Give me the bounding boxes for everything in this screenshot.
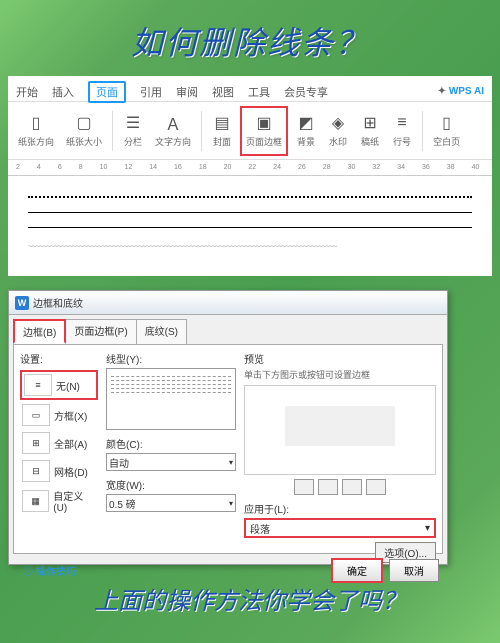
cover-icon: ▤ — [212, 113, 232, 133]
dialog-tab-shading[interactable]: 底纹(S) — [136, 319, 187, 344]
page-orientation-icon: ▯ — [26, 113, 46, 133]
setting-custom[interactable]: ▦自定义(U) — [20, 486, 98, 516]
dialog-titlebar: W 边框和底纹 — [9, 291, 447, 315]
width-label: 宽度(W): — [106, 477, 236, 492]
columns-icon: ☰ — [123, 113, 143, 133]
settings-column: 设置: ≡无(N) ▭方框(X) ⊞全部(A) ⊟网格(D) ▦自定义(U) — [20, 351, 98, 547]
tab-page[interactable]: 页面 — [88, 81, 126, 103]
solid-line — [28, 212, 472, 213]
tab-member[interactable]: 会员专享 — [284, 84, 328, 100]
border-top-button[interactable] — [294, 479, 314, 495]
word-icon: W — [15, 296, 29, 310]
border-right-button[interactable] — [366, 479, 386, 495]
help-icon: ⓘ — [23, 563, 33, 578]
paper-direction-button[interactable]: ▯纸张方向 — [14, 106, 58, 156]
setting-grid[interactable]: ⊟网格(D) — [20, 458, 98, 484]
page-title: 如何删除线条？ — [0, 0, 500, 76]
settings-label: 设置: — [20, 351, 98, 366]
tab-tools[interactable]: 工具 — [248, 84, 270, 100]
line-number-button[interactable]: ≡行号 — [388, 106, 416, 156]
background-button[interactable]: ◩背景 — [292, 106, 320, 156]
line-style-listbox[interactable] — [106, 368, 236, 430]
preview-hint: 单击下方图示或按钮可设置边框 — [244, 368, 436, 381]
watermark-icon: ◈ — [328, 113, 348, 133]
wps-ai-badge[interactable]: ✦ WPS AI — [438, 86, 484, 97]
text-direction-button[interactable]: Ａ文字方向 — [151, 106, 195, 156]
preview-label: 预览 — [244, 351, 436, 366]
preview-buttons-row — [244, 479, 436, 495]
document-area[interactable]: ~~~~~~~~~~~~~~~~~~~~~~~~~~~~~~~~~~~~~~~~… — [8, 176, 492, 275]
horizontal-ruler: 2468101214161820222426283032343638404244 — [8, 160, 492, 176]
style-column: 线型(Y): 颜色(C): 自动 宽度(W): 0.5 磅 — [106, 351, 236, 547]
manuscript-button[interactable]: ⊞稿纸 — [356, 106, 384, 156]
dialog-title: 边框和底纹 — [33, 295, 83, 310]
apply-label: 应用于(L): — [244, 505, 289, 516]
border-bottom-button[interactable] — [318, 479, 338, 495]
tab-start[interactable]: 开始 — [16, 84, 38, 100]
tips-link[interactable]: ⓘ操作技巧 — [23, 563, 76, 578]
apply-to-select[interactable]: 段落 — [244, 518, 436, 538]
ok-button[interactable]: 确定 — [331, 558, 383, 583]
solid-line — [28, 227, 472, 228]
cancel-button[interactable]: 取消 — [389, 559, 439, 582]
dotted-line — [28, 196, 472, 198]
dialog-tab-border[interactable]: 边框(B) — [13, 319, 66, 344]
borders-shading-dialog: W 边框和底纹 边框(B) 页面边框(P) 底纹(S) 设置: ≡无(N) ▭方… — [8, 290, 448, 565]
ribbon-toolbar: ▯纸张方向 ▢纸张大小 ☰分栏 Ａ文字方向 ▤封面 ▣页面边框 ◩背景 ◈水印 … — [8, 102, 492, 160]
preview-column: 预览 单击下方图示或按钮可设置边框 应用于(L): 段落 选项(O)... — [244, 351, 436, 547]
wps-app-window: 开始 插入 页面 引用 审阅 视图 工具 会员专享 ✦ WPS AI ▯纸张方向… — [8, 76, 492, 276]
preview-box[interactable] — [244, 385, 436, 475]
background-icon: ◩ — [296, 113, 316, 133]
tab-view[interactable]: 视图 — [212, 84, 234, 100]
apply-to-row: 应用于(L): 段落 选项(O)... — [244, 501, 436, 538]
dialog-tab-page-border[interactable]: 页面边框(P) — [65, 319, 136, 344]
paper-size-button[interactable]: ▢纸张大小 — [62, 106, 106, 156]
setting-none[interactable]: ≡无(N) — [20, 370, 98, 400]
color-label: 颜色(C): — [106, 436, 236, 451]
color-select[interactable]: 自动 — [106, 453, 236, 471]
manuscript-icon: ⊞ — [360, 113, 380, 133]
watermark-button[interactable]: ◈水印 — [324, 106, 352, 156]
setting-box[interactable]: ▭方框(X) — [20, 402, 98, 428]
page-border-icon: ▣ — [254, 113, 274, 133]
grid-icon: ⊟ — [22, 460, 50, 482]
tab-insert[interactable]: 插入 — [52, 84, 74, 100]
style-label: 线型(Y): — [106, 351, 236, 366]
setting-all[interactable]: ⊞全部(A) — [20, 430, 98, 456]
page-size-icon: ▢ — [74, 113, 94, 133]
columns-button[interactable]: ☰分栏 — [119, 106, 147, 156]
width-select[interactable]: 0.5 磅 — [106, 494, 236, 512]
custom-icon: ▦ — [22, 490, 49, 512]
wave-separator: ~~~~~~~~~~~~~~~~~~~~~~~~~~~~~~~~~~~~~~~~… — [28, 242, 472, 251]
none-icon: ≡ — [24, 374, 52, 396]
box-icon: ▭ — [22, 404, 50, 426]
line-number-icon: ≡ — [392, 113, 412, 133]
cover-button[interactable]: ▤封面 — [208, 106, 236, 156]
tab-ref[interactable]: 引用 — [140, 84, 162, 100]
text-direction-icon: Ａ — [163, 113, 183, 133]
ribbon-tabs: 开始 插入 页面 引用 审阅 视图 工具 会员专享 ✦ WPS AI — [8, 76, 492, 102]
blank-page-icon: ▯ — [437, 113, 457, 133]
dialog-body: 设置: ≡无(N) ▭方框(X) ⊞全部(A) ⊟网格(D) ▦自定义(U) 线… — [13, 344, 443, 554]
blank-page-button[interactable]: ▯空白页 — [429, 106, 464, 156]
page-border-button[interactable]: ▣页面边框 — [240, 106, 288, 156]
all-icon: ⊞ — [22, 432, 50, 454]
tab-review[interactable]: 审阅 — [176, 84, 198, 100]
dialog-tabs: 边框(B) 页面边框(P) 底纹(S) — [9, 315, 447, 344]
border-left-button[interactable] — [342, 479, 362, 495]
